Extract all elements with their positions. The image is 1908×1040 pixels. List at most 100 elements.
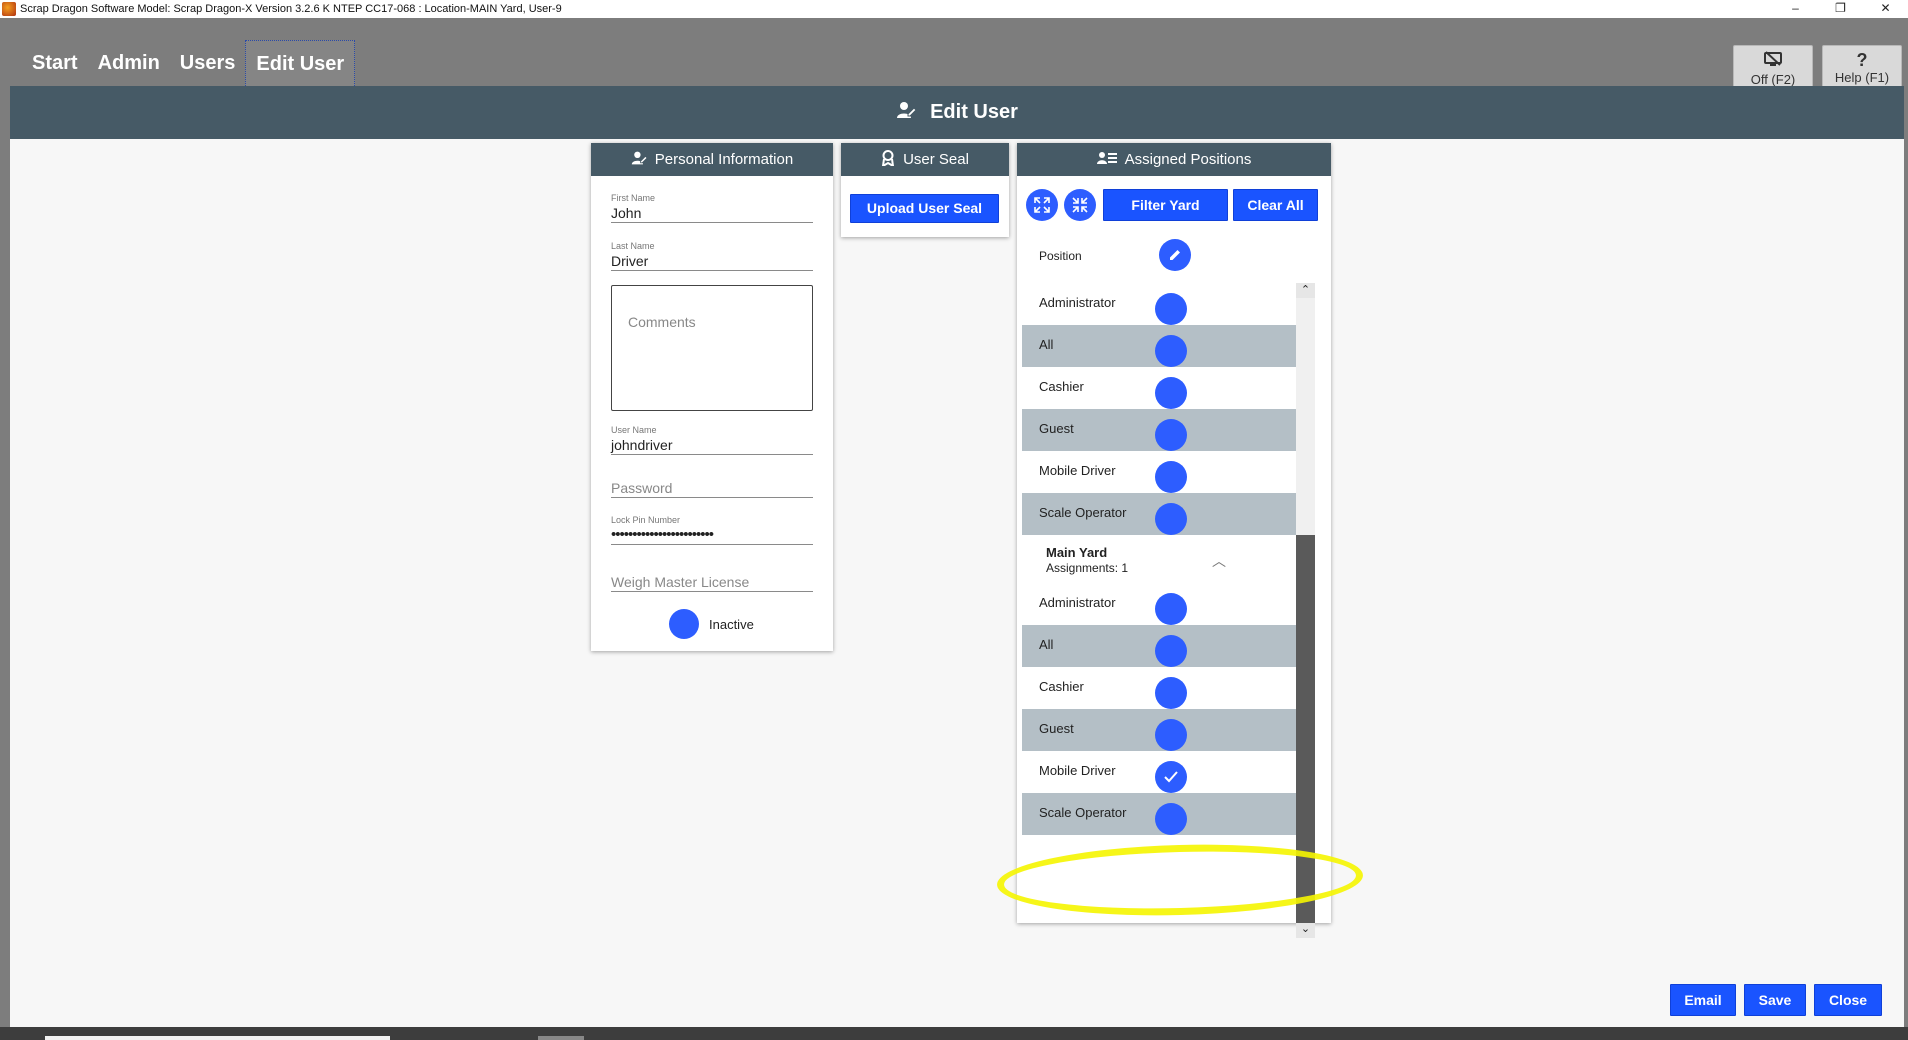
clear-all-button[interactable]: Clear All bbox=[1233, 189, 1318, 221]
nav-admin[interactable]: Admin bbox=[88, 40, 170, 92]
username-field[interactable]: User Name johndriver bbox=[611, 425, 813, 455]
save-button[interactable]: Save bbox=[1744, 984, 1806, 1016]
nav-start[interactable]: Start bbox=[22, 40, 88, 92]
yard-group-title: Main Yard bbox=[1046, 545, 1108, 560]
award-icon bbox=[881, 149, 895, 170]
inactive-toggle[interactable]: Inactive bbox=[669, 609, 754, 639]
position-toggle[interactable] bbox=[1155, 377, 1187, 409]
position-row[interactable]: Guest bbox=[1022, 409, 1296, 451]
position-row[interactable]: Guest bbox=[1022, 709, 1296, 751]
position-row[interactable]: Administrator bbox=[1022, 283, 1296, 325]
last-name-field[interactable]: Last Name Driver bbox=[611, 241, 813, 271]
weigh-master-license-field[interactable]: Weigh Master License bbox=[611, 573, 813, 592]
scroll-up-icon[interactable]: ⌃ bbox=[1296, 283, 1315, 298]
position-toggle[interactable] bbox=[1155, 719, 1187, 751]
scroll-down-icon[interactable]: ⌄ bbox=[1296, 923, 1315, 938]
license-placeholder: Weigh Master License bbox=[611, 574, 750, 590]
comments-field[interactable]: Comments bbox=[611, 285, 813, 411]
first-name-field[interactable]: First Name John bbox=[611, 193, 813, 223]
window-titlebar: Scrap Dragon Software Model: Scrap Drago… bbox=[0, 0, 1908, 18]
lock-pin-value: •••••••••••••••••••••••• bbox=[611, 526, 714, 543]
position-toggle[interactable] bbox=[1155, 803, 1187, 835]
lock-pin-label: Lock Pin Number bbox=[611, 515, 681, 525]
monitor-off-icon bbox=[1734, 50, 1812, 72]
nav-edit-user[interactable]: Edit User bbox=[245, 40, 356, 92]
password-placeholder: Password bbox=[611, 480, 673, 496]
position-name: All bbox=[1039, 637, 1054, 652]
lock-pin-field[interactable]: Lock Pin Number •••••••••••••••••••••••• bbox=[611, 515, 813, 545]
position-row[interactable]: Administrator bbox=[1022, 583, 1296, 625]
position-name: Scale Operator bbox=[1039, 805, 1127, 820]
upload-user-seal-button[interactable]: Upload User Seal bbox=[850, 194, 999, 223]
position-row[interactable]: Scale Operator bbox=[1022, 793, 1296, 835]
personal-info-header: Personal Information bbox=[591, 143, 833, 176]
taskbar-segment bbox=[538, 1036, 584, 1040]
position-row-mobile-driver[interactable]: Mobile Driver bbox=[1022, 751, 1296, 793]
user-seal-card: User Seal Upload User Seal bbox=[841, 143, 1009, 237]
minimize-icon[interactable]: – bbox=[1773, 0, 1818, 18]
position-column-label: Position bbox=[1039, 249, 1082, 263]
chevron-up-icon[interactable]: ︿ bbox=[1212, 551, 1226, 571]
position-toggle[interactable] bbox=[1155, 593, 1187, 625]
page-title: Edit User bbox=[930, 101, 1018, 123]
nav-users[interactable]: Users bbox=[170, 40, 246, 92]
window-controls: – ❐ ✕ bbox=[1773, 0, 1908, 18]
position-row[interactable]: All bbox=[1022, 625, 1296, 667]
position-toggle[interactable] bbox=[1155, 335, 1187, 367]
position-name: Mobile Driver bbox=[1039, 763, 1116, 778]
position-name: Guest bbox=[1039, 421, 1074, 436]
first-name-label: First Name bbox=[611, 193, 656, 203]
collapse-all-icon[interactable] bbox=[1064, 189, 1096, 221]
position-row[interactable]: Cashier bbox=[1022, 667, 1296, 709]
position-row[interactable]: Cashier bbox=[1022, 367, 1296, 409]
user-seal-header: User Seal bbox=[841, 143, 1009, 176]
username-label: User Name bbox=[611, 425, 657, 435]
assigned-positions-header: Assigned Positions bbox=[1017, 143, 1331, 176]
position-name: Cashier bbox=[1039, 679, 1084, 694]
password-field[interactable]: Password bbox=[611, 479, 813, 498]
assigned-positions-card: Assigned Positions Filter Yard Clear All… bbox=[1017, 143, 1331, 938]
position-name: Guest bbox=[1039, 721, 1074, 736]
position-name: Administrator bbox=[1039, 295, 1116, 310]
help-button[interactable]: ? Help (F1) bbox=[1822, 45, 1902, 92]
inactive-radio[interactable] bbox=[669, 609, 699, 639]
position-row[interactable]: Scale Operator bbox=[1022, 493, 1296, 535]
position-toggle[interactable] bbox=[1155, 677, 1187, 709]
close-window-icon[interactable]: ✕ bbox=[1863, 0, 1908, 18]
username-value: johndriver bbox=[611, 437, 673, 453]
yard-group-header[interactable]: Main Yard Assignments: 1 ︿ bbox=[1022, 535, 1296, 583]
last-name-label: Last Name bbox=[611, 241, 655, 251]
position-toggle[interactable] bbox=[1155, 293, 1187, 325]
personal-info-card: Personal Information First Name John Las… bbox=[591, 143, 833, 651]
question-icon: ? bbox=[1856, 50, 1868, 70]
position-toggle[interactable] bbox=[1155, 503, 1187, 535]
position-name: Mobile Driver bbox=[1039, 463, 1116, 478]
yard-group-assignments: Assignments: 1 bbox=[1046, 561, 1129, 575]
position-row[interactable]: Mobile Driver bbox=[1022, 451, 1296, 493]
position-toggle[interactable] bbox=[1155, 635, 1187, 667]
user-edit-icon bbox=[631, 150, 648, 170]
top-navigation: Start Admin Users Edit User bbox=[22, 40, 356, 92]
position-toggle[interactable] bbox=[1155, 461, 1187, 493]
email-button[interactable]: Email bbox=[1670, 984, 1736, 1016]
help-label: Help (F1) bbox=[1834, 70, 1890, 85]
filter-yard-button[interactable]: Filter Yard bbox=[1103, 189, 1228, 221]
last-name-value: Driver bbox=[611, 253, 649, 269]
first-name-value: John bbox=[611, 205, 642, 221]
comments-placeholder: Comments bbox=[628, 314, 696, 330]
window-title: Scrap Dragon Software Model: Scrap Drago… bbox=[20, 3, 562, 15]
bottom-taskbar-strip bbox=[0, 1027, 1908, 1040]
close-button[interactable]: Close bbox=[1814, 984, 1882, 1016]
checkmark-icon[interactable] bbox=[1155, 761, 1187, 793]
off-button[interactable]: Off (F2) bbox=[1733, 45, 1813, 92]
expand-all-icon[interactable] bbox=[1026, 189, 1058, 221]
taskbar-segment bbox=[45, 1036, 390, 1040]
assigned-positions-title: Assigned Positions bbox=[1124, 151, 1252, 168]
position-toggle[interactable] bbox=[1155, 419, 1187, 451]
position-row[interactable]: All bbox=[1022, 325, 1296, 367]
position-name: Scale Operator bbox=[1039, 505, 1127, 520]
user-edit-icon bbox=[896, 100, 917, 126]
edit-pencil-icon[interactable] bbox=[1159, 239, 1191, 271]
restore-icon[interactable]: ❐ bbox=[1818, 0, 1863, 18]
app-dragon-icon bbox=[2, 2, 16, 16]
